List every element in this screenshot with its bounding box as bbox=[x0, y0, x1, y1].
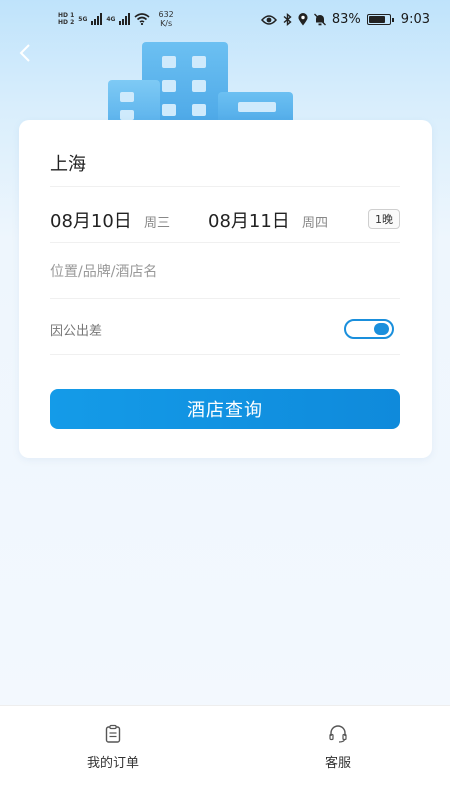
network-4g-label: 4G bbox=[106, 15, 116, 23]
sim1-label: HD 1 bbox=[58, 12, 75, 19]
signal-icon bbox=[119, 13, 131, 25]
business-trip-row: 因公出差 bbox=[50, 299, 400, 355]
status-bar: HD 1 HD 2 5G 4G 632 K/s 83% 9:03 bbox=[0, 0, 450, 42]
city-name: 上海 bbox=[50, 154, 86, 175]
checkin-date: 08月10日 bbox=[50, 211, 132, 232]
location-icon bbox=[298, 13, 308, 26]
tab-my-orders[interactable]: 我的订单 bbox=[53, 724, 173, 771]
network-5g-label: 5G bbox=[78, 15, 88, 23]
battery-percent: 83% bbox=[331, 12, 361, 27]
network-speed: 632 K/s bbox=[158, 10, 174, 28]
keyword-search-input[interactable] bbox=[50, 261, 390, 283]
wifi-icon bbox=[134, 13, 151, 25]
tab-customer-service[interactable]: 客服 bbox=[278, 724, 398, 771]
headset-icon bbox=[329, 725, 347, 743]
hotel-search-card: 上海 08月10日 周三 08月11日 周四 1晚 因公出差 酒店查询 bbox=[19, 120, 432, 458]
bluetooth-icon bbox=[283, 13, 292, 26]
date-selector[interactable]: 08月10日 周三 08月11日 周四 1晚 bbox=[50, 187, 400, 243]
tab-label: 客服 bbox=[324, 756, 351, 771]
clipboard-icon bbox=[105, 724, 121, 743]
hotel-search-button[interactable]: 酒店查询 bbox=[50, 389, 400, 429]
checkout-weekday: 周四 bbox=[302, 216, 329, 231]
toggle-knob bbox=[374, 323, 389, 335]
battery-icon bbox=[366, 14, 394, 25]
business-trip-toggle[interactable] bbox=[344, 319, 394, 339]
eye-icon bbox=[260, 14, 277, 25]
checkout-date: 08月11日 bbox=[208, 211, 290, 232]
nights-badge: 1晚 bbox=[368, 209, 400, 229]
mute-bell-icon bbox=[313, 13, 326, 26]
back-button[interactable] bbox=[18, 42, 46, 70]
keyword-row bbox=[50, 243, 400, 299]
signal-icon bbox=[91, 13, 103, 25]
bottom-tab-bar: 我的订单 客服 bbox=[0, 705, 450, 800]
business-trip-label: 因公出差 bbox=[50, 324, 103, 339]
sim2-label: HD 2 bbox=[58, 19, 75, 26]
tab-label: 我的订单 bbox=[86, 756, 139, 771]
clock-time: 9:03 bbox=[400, 12, 430, 27]
chevron-left-icon bbox=[19, 44, 30, 62]
city-selector[interactable]: 上海 bbox=[50, 120, 400, 187]
checkin-weekday: 周三 bbox=[144, 216, 171, 231]
